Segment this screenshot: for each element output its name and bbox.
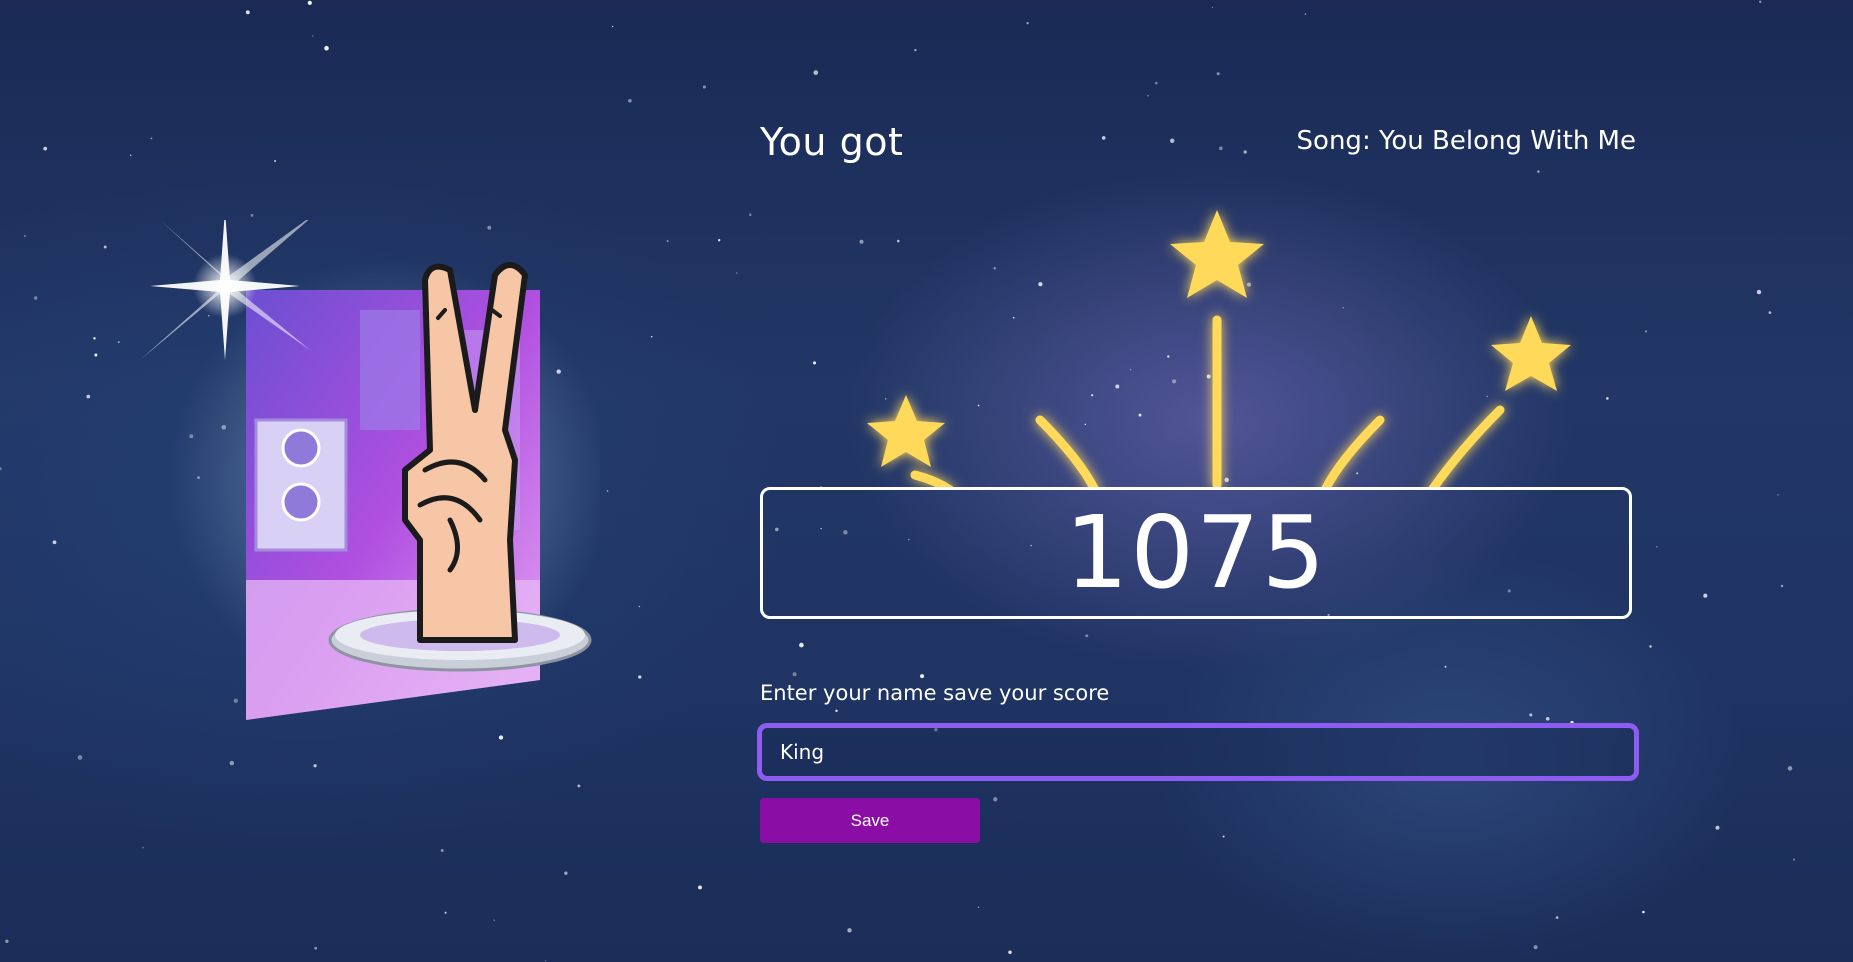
page-title: You got	[760, 120, 904, 164]
name-input[interactable]	[757, 723, 1639, 781]
background-star	[440, 849, 444, 852]
background-star	[1780, 584, 1784, 588]
background-star	[250, 213, 254, 217]
background-star	[1656, 546, 1658, 548]
background-star	[103, 245, 107, 249]
background-star	[5, 939, 9, 944]
background-star	[1304, 13, 1307, 15]
background-star	[1222, 835, 1225, 838]
background-star	[307, 0, 312, 6]
background-star	[1008, 950, 1012, 955]
background-star	[43, 146, 48, 151]
background-star	[493, 919, 495, 921]
background-star	[94, 353, 98, 357]
background-star	[1026, 22, 1029, 25]
name-prompt: Enter your name save your score	[760, 681, 1110, 705]
background-star	[1649, 645, 1652, 648]
background-star	[1085, 634, 1089, 638]
background-star	[444, 911, 447, 914]
background-star	[1715, 825, 1720, 830]
background-star	[650, 336, 653, 338]
background-star	[638, 675, 642, 679]
save-button[interactable]: Save	[760, 798, 980, 843]
background-star	[1444, 665, 1447, 668]
background-star	[1533, 945, 1538, 950]
background-star	[1147, 94, 1149, 97]
background-star	[1216, 72, 1220, 76]
background-star	[150, 137, 153, 140]
background-star	[1545, 716, 1550, 721]
score-value: 1075	[1064, 494, 1328, 611]
background-star	[1537, 170, 1540, 173]
background-star	[52, 540, 57, 545]
background-star	[698, 885, 702, 890]
peace-sign-hand-icon	[140, 220, 600, 720]
background-star	[1642, 910, 1645, 914]
background-star	[638, 605, 641, 608]
background-star	[314, 946, 318, 950]
background-star	[813, 70, 819, 75]
star-burst-icon	[867, 210, 1571, 490]
background-star	[93, 337, 96, 340]
background-star	[1703, 593, 1708, 598]
background-star	[544, 959, 547, 962]
background-star	[1756, 289, 1762, 295]
background-star	[1644, 330, 1648, 333]
background-star	[311, 35, 314, 37]
background-star	[0, 467, 2, 471]
background-star	[33, 296, 38, 300]
background-star	[920, 674, 925, 679]
background-star	[142, 846, 144, 849]
background-star	[611, 25, 614, 28]
background-star	[564, 871, 568, 875]
background-star	[993, 797, 998, 802]
background-star	[792, 672, 797, 677]
background-star	[1529, 713, 1533, 717]
background-star	[274, 159, 277, 163]
background-star	[1555, 916, 1559, 919]
song-prefix: Song:	[1296, 126, 1379, 156]
background-star	[606, 490, 609, 492]
background-star	[666, 240, 669, 243]
background-star	[313, 764, 317, 768]
background-star	[718, 239, 721, 242]
background-star	[1792, 858, 1796, 861]
song-name: You Belong With Me	[1378, 126, 1636, 156]
background-star	[577, 784, 581, 788]
background-star	[749, 213, 752, 216]
background-star	[835, 709, 838, 713]
background-star	[245, 10, 250, 15]
background-star	[1154, 81, 1158, 85]
background-star	[1101, 136, 1106, 140]
background-star	[77, 755, 83, 760]
background-star	[702, 85, 706, 89]
background-star	[1243, 150, 1247, 154]
background-star	[324, 45, 329, 51]
background-star	[1169, 138, 1175, 144]
background-star	[1211, 6, 1214, 9]
background-star	[1777, 494, 1779, 496]
background-star	[736, 272, 738, 274]
background-star	[24, 235, 26, 237]
background-star	[1787, 766, 1793, 771]
background-star	[914, 49, 917, 52]
score-display: 1075	[760, 487, 1632, 619]
background-star	[86, 394, 91, 399]
song-label: Song: You Belong With Me	[1297, 126, 1636, 156]
background-star	[1768, 311, 1772, 314]
background-star	[1759, 0, 1762, 3]
background-star	[1218, 146, 1223, 151]
background-star	[799, 642, 804, 648]
background-star	[977, 906, 980, 909]
background-star	[229, 760, 235, 766]
background-star	[129, 154, 132, 157]
background-star	[628, 98, 632, 103]
background-star	[847, 928, 852, 933]
